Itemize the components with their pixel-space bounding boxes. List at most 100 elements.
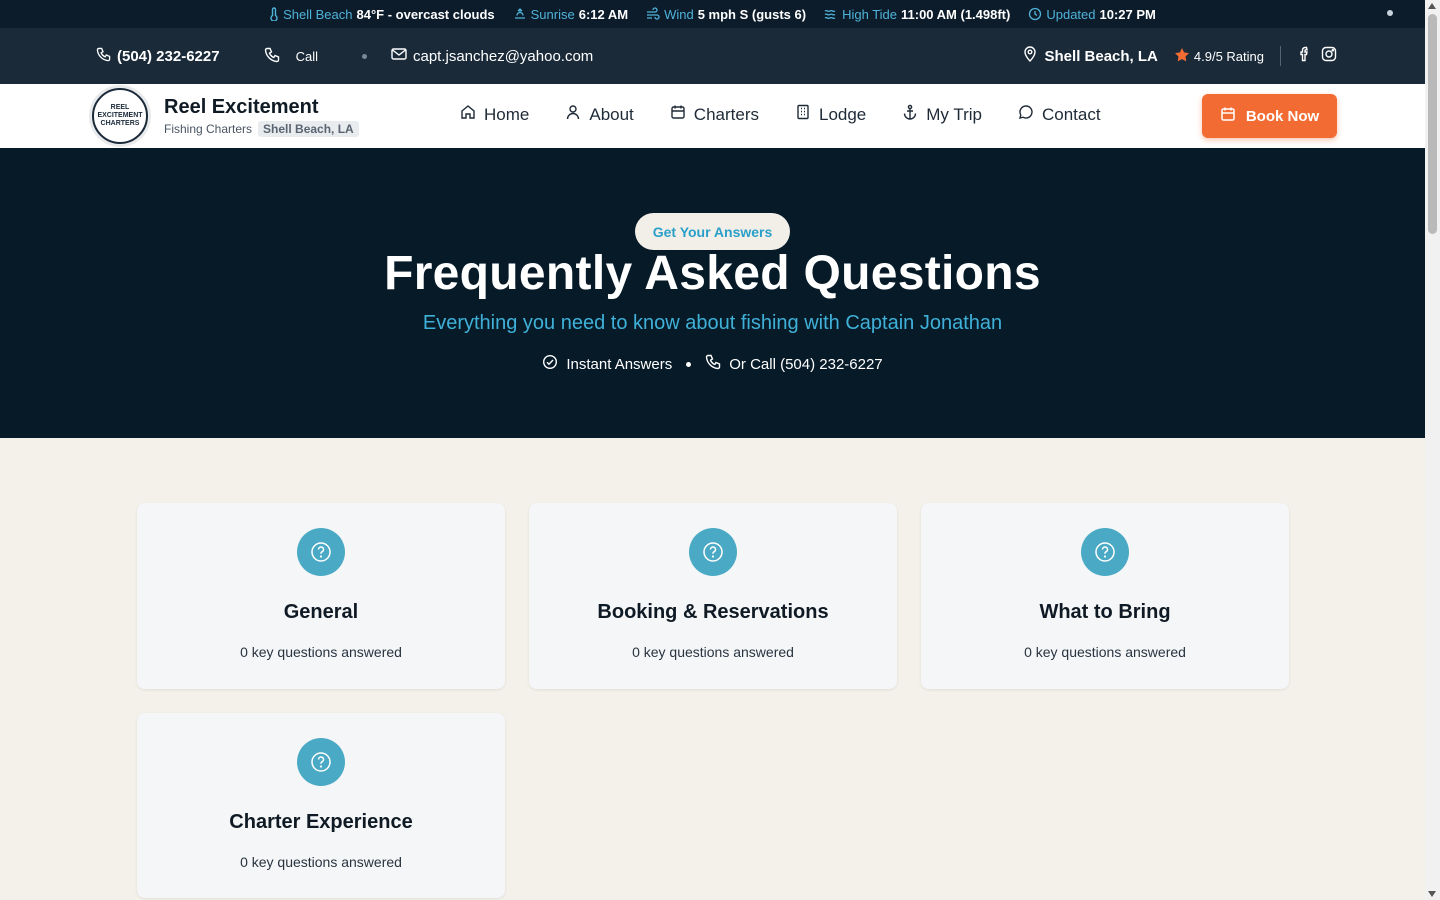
weather-updated-label: Updated xyxy=(1046,6,1096,22)
faq-category-count: 0 key questions answered xyxy=(240,644,402,660)
faq-category-card[interactable]: What to Bring 0 key questions answered xyxy=(921,503,1289,689)
faq-category-title: What to Bring xyxy=(1039,601,1171,623)
weather-sunrise: Sunrise 6:12 AM xyxy=(513,7,628,22)
rating: 4.9/5 Rating xyxy=(1174,47,1264,66)
waves-icon xyxy=(824,7,838,21)
status-dot xyxy=(1387,10,1393,16)
nav-item-contact[interactable]: Contact xyxy=(1018,104,1101,125)
location: Shell Beach, LA xyxy=(1023,46,1158,66)
nav-item-home[interactable]: Home xyxy=(460,104,529,125)
phone-link[interactable]: (504) 232-6227 xyxy=(96,47,220,66)
faq-category-card[interactable]: Booking & Reservations 0 key questions a… xyxy=(529,503,897,689)
home-icon xyxy=(460,104,476,125)
weather-location-label: Shell Beach xyxy=(283,6,353,22)
main-nav: REEL EXCITEMENT CHARTERS Reel Excitement… xyxy=(0,84,1425,148)
faq-category-title: Charter Experience xyxy=(229,811,413,833)
contact-bar: (504) 232-6227 Call capt.jsanchez@yahoo.… xyxy=(0,28,1425,84)
thermometer-icon xyxy=(269,7,279,21)
separator-dot xyxy=(686,361,692,367)
weather-updated: Updated 10:27 PM xyxy=(1028,7,1156,22)
brand-name: Reel Excitement xyxy=(164,96,319,118)
weather-wind-value: 5 mph S (gusts 6) xyxy=(697,6,807,22)
divider xyxy=(1280,46,1281,66)
faq-category-count: 0 key questions answered xyxy=(240,854,402,870)
clock-icon xyxy=(1028,7,1042,21)
question-circle-icon xyxy=(297,738,345,786)
user-icon xyxy=(565,104,581,125)
nav-item-label: About xyxy=(589,104,634,124)
weather-tide: High Tide 11:00 AM (1.498ft) xyxy=(824,7,1010,22)
building-icon xyxy=(795,104,811,125)
nav-item-label: Contact xyxy=(1042,104,1101,124)
nav-menu: Home About Charters Lodge My Trip Contac… xyxy=(460,104,1101,125)
logo-text-line: EXCITEMENT xyxy=(97,112,143,119)
social-links xyxy=(1297,46,1337,66)
nav-item-about[interactable]: About xyxy=(565,104,634,125)
location-text: Shell Beach, LA xyxy=(1044,47,1158,65)
nav-item-label: My Trip xyxy=(926,104,982,124)
email-address: capt.jsanchez@yahoo.com xyxy=(412,47,594,65)
page-title: Frequently Asked Questions xyxy=(384,247,1041,300)
anchor-icon xyxy=(902,104,918,125)
scroll-down-arrow-icon[interactable] xyxy=(1428,891,1436,897)
nav-item-my-trip[interactable]: My Trip xyxy=(902,104,982,125)
page-scrollbar[interactable] xyxy=(1425,0,1440,900)
logo-text-line: CHARTERS xyxy=(100,120,140,127)
call-label: Call xyxy=(295,48,318,64)
hero-call-link[interactable]: Or Call (504) 232-6227 xyxy=(705,354,883,374)
phone-number: (504) 232-6227 xyxy=(117,47,220,65)
faq-category-title: Booking & Reservations xyxy=(597,601,829,623)
instant-answers-text: Instant Answers xyxy=(566,355,673,373)
call-button[interactable]: Call xyxy=(264,47,318,66)
scroll-up-arrow-icon[interactable] xyxy=(1428,3,1436,9)
brand-location-tag: Shell Beach, LA xyxy=(258,121,359,137)
instagram-icon[interactable] xyxy=(1321,46,1337,66)
question-circle-icon xyxy=(1081,528,1129,576)
hero-subtitle: Everything you need to know about fishin… xyxy=(422,312,1003,334)
weather-sunrise-label: Sunrise xyxy=(530,6,575,22)
calendar-icon xyxy=(670,104,686,125)
phone-icon xyxy=(705,354,721,374)
map-pin-icon xyxy=(1023,46,1037,66)
nav-item-charters[interactable]: Charters xyxy=(670,104,759,125)
nav-item-lodge[interactable]: Lodge xyxy=(795,104,866,125)
chat-icon xyxy=(1018,104,1034,125)
brand-subtitle: Fishing Charters xyxy=(164,122,253,136)
book-now-label: Book Now xyxy=(1245,107,1320,125)
hero-pill: Get Your Answers xyxy=(635,213,790,250)
hero-call-text: Or Call (504) 232-6227 xyxy=(729,355,883,373)
book-now-button[interactable]: Book Now xyxy=(1202,94,1337,138)
calendar-icon xyxy=(1220,106,1236,126)
nav-item-label: Home xyxy=(484,104,530,124)
brand: Reel Excitement Fishing Charters Shell B… xyxy=(164,96,359,137)
weather-strip: Shell Beach 84°F - overcast clouds Sunri… xyxy=(0,0,1425,28)
faq-category-card[interactable]: General 0 key questions answered xyxy=(137,503,505,689)
weather-tide-label: High Tide xyxy=(842,6,897,22)
rating-text: 4.9/5 Rating xyxy=(1193,48,1264,64)
logo-text-line: REEL xyxy=(110,104,130,111)
question-circle-icon xyxy=(297,528,345,576)
weather-wind-label: Wind xyxy=(664,6,694,22)
weather-location: Shell Beach 84°F - overcast clouds xyxy=(269,7,495,22)
sunrise-icon xyxy=(513,7,527,21)
separator-dot xyxy=(361,53,367,59)
faq-category-count: 0 key questions answered xyxy=(1024,644,1186,660)
facebook-icon[interactable] xyxy=(1297,46,1311,66)
star-icon xyxy=(1174,47,1190,66)
hero-meta: Instant Answers Or Call (504) 232-6227 xyxy=(0,354,1425,374)
weather-location-value: 84°F - overcast clouds xyxy=(356,6,495,22)
faq-category-card[interactable]: Charter Experience 0 key questions answe… xyxy=(137,713,505,898)
weather-sunrise-value: 6:12 AM xyxy=(578,6,629,22)
question-circle-icon xyxy=(689,528,737,576)
mail-icon xyxy=(391,47,407,65)
hero-section: Get Your Answers Frequently Asked Questi… xyxy=(0,148,1425,438)
faq-category-count: 0 key questions answered xyxy=(632,644,794,660)
scroll-thumb[interactable] xyxy=(1428,14,1437,234)
wind-icon xyxy=(646,7,660,21)
faq-category-title: General xyxy=(283,601,359,623)
logo[interactable]: REEL EXCITEMENT CHARTERS xyxy=(92,88,148,144)
email-link[interactable]: capt.jsanchez@yahoo.com xyxy=(391,47,593,65)
weather-updated-value: 10:27 PM xyxy=(1099,6,1156,22)
phone-icon xyxy=(96,47,111,66)
weather-wind: Wind 5 mph S (gusts 6) xyxy=(646,7,806,22)
